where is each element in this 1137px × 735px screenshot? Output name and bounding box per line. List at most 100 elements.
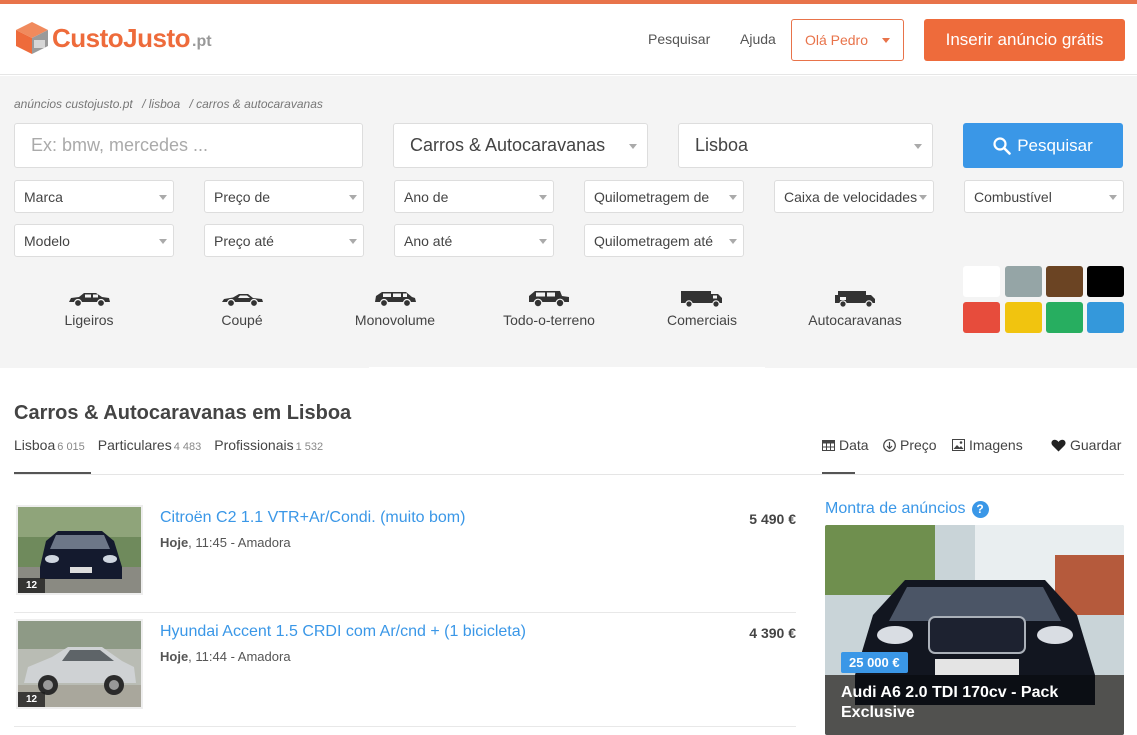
photo-count-badge: 12 (18, 692, 46, 707)
price-to-select[interactable]: Preço até (204, 224, 364, 257)
tab-count: 1 532 (295, 441, 324, 453)
showcase-heading: Montra de anúncios ? (825, 500, 989, 518)
category-select-value: Carros & Autocaravanas (410, 135, 606, 155)
tab-count: 6 015 (57, 441, 85, 453)
sort-date-label: Data (839, 437, 869, 453)
tab-private[interactable]: Particulares 4 483 (98, 437, 201, 453)
price-from-select[interactable]: Preço de (204, 180, 364, 213)
km-to-select[interactable]: Quilometragem até (584, 224, 744, 257)
chevron-down-icon (882, 37, 891, 43)
body-type-coupe[interactable]: Coupé (182, 290, 302, 328)
body-type-minivan[interactable]: Monovolume (335, 290, 455, 328)
save-search-button[interactable]: Guardar (1051, 437, 1121, 453)
breadcrumb: anúncios custojusto.pt / lisboa / carros… (14, 97, 329, 111)
breadcrumb-item-home[interactable]: anúncios custojusto.pt (14, 97, 133, 111)
featured-ad-title[interactable]: Audi A6 2.0 TDI 170cv - Pack Exclusive (841, 683, 1111, 723)
minivan-icon (375, 292, 416, 308)
color-swatch-green[interactable] (1046, 302, 1083, 333)
coupe-icon (222, 294, 263, 308)
chevron-down-icon (729, 194, 737, 200)
fuel-value: Combustível (974, 188, 1052, 205)
help-icon[interactable]: ? (971, 500, 989, 518)
color-swatch-yellow[interactable] (1005, 302, 1042, 333)
page-title: Carros & Autocaravanas em Lisboa (14, 402, 352, 424)
listing-time-place: , 11:44 - Amadora (188, 649, 291, 664)
tab-professional[interactable]: Profissionais 1 532 (214, 437, 323, 453)
color-swatch-white[interactable] (963, 266, 1000, 297)
sort-by-date[interactable]: Data (822, 437, 869, 453)
km-to-value: Quilometragem até (594, 232, 714, 249)
logo-text: CustoJusto (52, 22, 191, 53)
color-swatch-blue[interactable] (1087, 302, 1124, 333)
body-type-suv[interactable]: Todo-o-terreno (489, 290, 609, 328)
images-label: Imagens (969, 437, 1023, 453)
user-menu-button[interactable]: Olá Pedro (791, 19, 904, 61)
color-swatch-brown[interactable] (1046, 266, 1083, 297)
listing-title-link[interactable]: Hyundai Accent 1.5 CRDI com Ar/cnd + (1 … (160, 623, 526, 641)
body-type-label: Autocaravanas (808, 312, 902, 328)
post-ad-button[interactable]: Inserir anúncio grátis (924, 19, 1125, 61)
site-logo[interactable]: CustoJusto .pt (14, 20, 212, 56)
body-type-commercial[interactable]: Comerciais (642, 290, 762, 328)
brand-select-value: Marca (24, 188, 63, 205)
chevron-down-icon (159, 194, 167, 200)
breadcrumb-item-region[interactable]: / lisboa (142, 97, 180, 111)
arrow-down-circle-icon (883, 438, 896, 452)
listing-price: 5 490 € (749, 511, 796, 527)
body-type-label: Todo-o-terreno (503, 312, 595, 328)
tab-count: 4 483 (173, 441, 202, 453)
chevron-down-icon (914, 143, 922, 149)
listing-meta: Hoje, 11:45 - Amadora (160, 535, 291, 550)
listing-thumbnail[interactable]: 12 (16, 505, 143, 595)
gearbox-value: Caixa de velocidades (784, 188, 918, 205)
chevron-down-icon (729, 238, 737, 244)
listing-item[interactable]: 12 Citroën C2 1.1 VTR+Ar/Condi. (muito b… (14, 499, 796, 613)
filter-images[interactable]: Imagens (952, 437, 1023, 453)
sort-price-label: Preço (900, 437, 937, 453)
sort-by-price[interactable]: Preço (883, 437, 937, 453)
listing-thumbnail[interactable]: 12 (16, 619, 143, 709)
color-swatch-red[interactable] (963, 302, 1000, 333)
year-from-select[interactable]: Ano de (394, 180, 554, 213)
featured-ad-card[interactable]: 25 000 € Audi A6 2.0 TDI 170cv - Pack Ex… (825, 525, 1124, 735)
site-header: CustoJusto .pt Pesquisar Ajuda Olá Pedro… (0, 4, 1137, 75)
calendar-icon (822, 440, 835, 451)
listing-day: Hoje (160, 535, 189, 550)
category-select[interactable]: Carros & Autocaravanas (393, 123, 648, 168)
price-to-value: Preço até (214, 232, 274, 249)
showcase-heading-label: Montra de anúncios (825, 500, 966, 517)
tab-label: Particulares (97, 437, 172, 453)
chevron-down-icon (539, 194, 547, 200)
logo-tld: .pt (192, 33, 212, 50)
model-select[interactable]: Modelo (14, 224, 174, 257)
region-select[interactable]: Lisboa (678, 123, 933, 168)
search-input[interactable]: Ex: bmw, mercedes ... (14, 123, 363, 168)
chevron-down-icon (349, 194, 357, 200)
seller-filter-tabs: Lisboa 6 015 Particulares 4 483 Profission… (14, 437, 323, 453)
year-to-select[interactable]: Ano até (394, 224, 554, 257)
gearbox-select[interactable]: Caixa de velocidades (774, 180, 934, 213)
listing-meta: Hoje, 11:44 - Amadora (160, 649, 291, 664)
body-type-label: Monovolume (354, 312, 436, 328)
search-button[interactable]: Pesquisar (963, 123, 1123, 168)
color-swatch-gray[interactable] (1005, 266, 1042, 297)
km-from-select[interactable]: Quilometragem de (584, 180, 744, 213)
chevron-down-icon (159, 238, 167, 244)
listing-title-link[interactable]: Citroën C2 1.1 VTR+Ar/Condi. (muito bom) (160, 509, 465, 527)
nav-help-link[interactable]: Ajuda (740, 31, 776, 47)
listing-price: 4 390 € (749, 625, 796, 641)
listing-day: Hoje (160, 649, 189, 664)
year-from-value: Ano de (404, 188, 449, 205)
heart-icon (1051, 439, 1066, 451)
listing-item[interactable]: 12 Hyundai Accent 1.5 CRDI com Ar/cnd + … (14, 613, 796, 727)
nav-search-link[interactable]: Pesquisar (648, 31, 710, 47)
brand-select[interactable]: Marca (14, 180, 174, 213)
fuel-select[interactable]: Combustível (964, 180, 1124, 213)
color-swatch-black[interactable] (1087, 266, 1124, 297)
camper-icon (835, 291, 875, 308)
tab-all[interactable]: Lisboa 6 015 (14, 437, 85, 453)
body-type-camper[interactable]: Autocaravanas (795, 290, 915, 328)
search-button-label: Pesquisar (1017, 135, 1093, 155)
breadcrumb-item-category[interactable]: / carros & autocaravanas (189, 97, 322, 111)
body-type-sedan[interactable]: Ligeiros (29, 290, 149, 328)
